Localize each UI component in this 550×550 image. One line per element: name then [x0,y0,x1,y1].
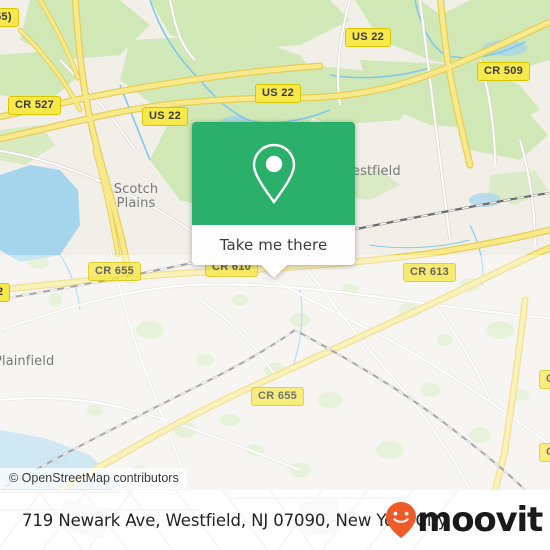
take-me-there-label: Take me there [219,236,328,254]
shield-us-22-mid: US 22 [255,84,302,103]
shield-cr-2-edge: 2 [0,283,11,302]
shield-cr-655-bottom: CR 655 [251,387,305,406]
shield-cr-edge-right-mid: C [539,370,550,389]
shield-cr-555-partial: 55) [0,8,19,27]
shield-cr-613: CR 613 [403,263,457,282]
shield-cr-509: CR 509 [477,62,531,81]
callout-tail [260,265,287,278]
moovit-map-screen: Scotch Plains estfield Plainfield 55) US… [0,0,550,550]
shield-cr-527: CR 527 [8,96,62,115]
moovit-wordmark: moovit [416,500,543,540]
location-callout-card[interactable]: Take me there [192,122,355,278]
callout-pin-area [192,122,355,225]
shield-us-22-top: US 22 [345,28,392,47]
map-canvas[interactable]: Scotch Plains estfield Plainfield 55) US… [0,0,550,490]
osm-attribution[interactable]: © OpenStreetMap contributors [0,468,187,489]
map-fade-overlay [0,255,550,490]
shield-us-22-left: US 22 [142,107,189,126]
shield-cr-655-left: CR 655 [88,262,142,281]
footer-bar: 719 Newark Ave, Westfield, NJ 07090, New… [0,490,550,550]
location-pin-icon [252,143,295,204]
moovit-logo[interactable]: moovit [383,500,543,540]
moovit-smiley-pin-icon [385,502,416,538]
take-me-there-button[interactable]: Take me there [192,225,355,278]
shield-cr-edge-right-low: C [539,443,550,462]
